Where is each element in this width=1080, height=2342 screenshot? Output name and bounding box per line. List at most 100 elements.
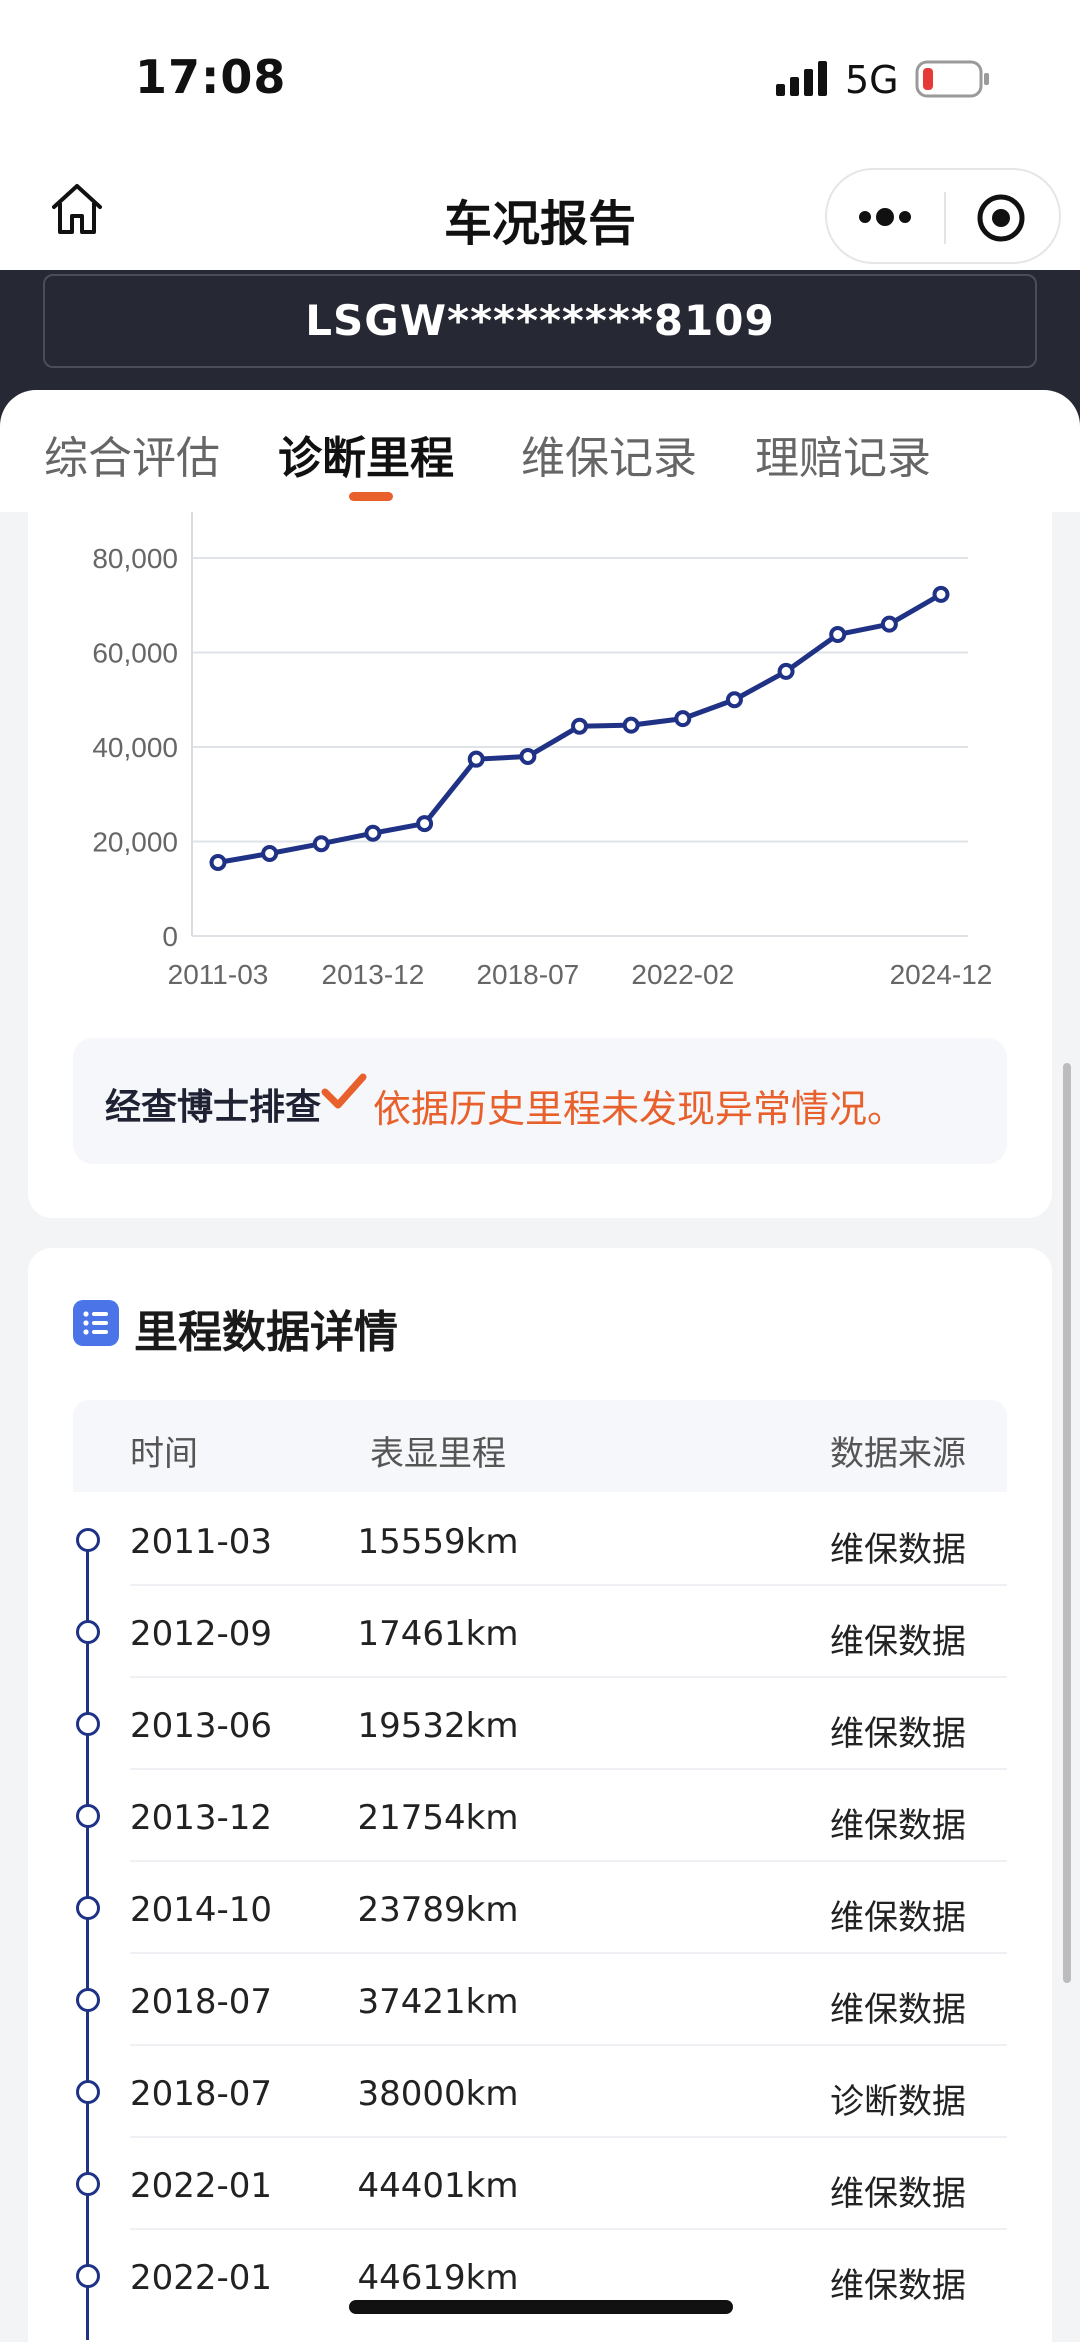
row-source: 维保数据 <box>830 1898 966 1938</box>
timeline-dot <box>76 1620 100 1644</box>
row-source: 维保数据 <box>830 2174 966 2214</box>
timeline-dot <box>76 1804 100 1828</box>
row-mileage: 15559km <box>357 1522 519 1562</box>
timeline-dot <box>76 2172 100 2196</box>
table-row: 2018-07 37421km 维保数据 <box>28 1954 1052 2046</box>
tab-maintenance-records[interactable]: 维保记录 <box>521 422 697 486</box>
row-source: 维保数据 <box>830 1806 966 1846</box>
row-source: 维保数据 <box>830 1990 966 2030</box>
table-row: 2012-09 17461km 维保数据 <box>28 1586 1052 1678</box>
row-time: 2014-10 <box>130 1890 273 1930</box>
detail-title: 里程数据详情 <box>134 1307 398 1358</box>
clock: 17:08 <box>135 50 287 104</box>
header-time: 时间 <box>130 1434 198 1474</box>
row-time: 2022-01 <box>130 2166 273 2206</box>
header-mileage: 表显里程 <box>370 1434 506 1474</box>
row-mileage: 23789km <box>357 1890 519 1930</box>
close-target-icon[interactable] <box>975 192 1027 244</box>
row-source: 维保数据 <box>830 1714 966 1754</box>
timeline-dot <box>76 2080 100 2104</box>
row-source: 维保数据 <box>830 2266 966 2306</box>
table-header: 时间 表显里程 数据来源 <box>73 1400 1007 1492</box>
y-tick-label: 0 <box>162 921 178 952</box>
data-point <box>622 716 640 734</box>
data-point <box>416 815 434 833</box>
row-mileage: 44619km <box>357 2258 519 2298</box>
table-row: 2013-12 21754km 维保数据 <box>28 1770 1052 1862</box>
signal-icon <box>776 61 827 96</box>
data-point <box>519 747 537 765</box>
row-mileage: 37421km <box>357 1982 519 2022</box>
data-point <box>571 717 588 735</box>
table-row: 2011-03 15559km 维保数据 <box>28 1494 1052 1586</box>
table-row: 2018-07 38000km 诊断数据 <box>28 2046 1052 2138</box>
data-point <box>209 853 227 871</box>
timeline-dot <box>76 1896 100 1920</box>
data-point <box>467 750 485 768</box>
nav-bar: 车况报告 <box>0 160 1080 270</box>
analysis-note: 经查博士排查 依据历史里程未发现异常情况。 <box>73 1038 1007 1164</box>
x-tick-label: 2024-12 <box>890 959 993 990</box>
row-source: 维保数据 <box>830 1622 966 1662</box>
tab-claim-records[interactable]: 理赔记录 <box>755 422 931 486</box>
mileage-chart-card: 0 20,000 40,000 60,000 80,000 2011-03 2013-12 2… <box>28 512 1052 1218</box>
row-source: 诊断数据 <box>830 2082 966 2122</box>
note-text: 依据历史里程未发现异常情况。 <box>373 1087 906 1131</box>
row-time: 2011-03 <box>130 1522 273 1562</box>
timeline-dot <box>76 1712 100 1736</box>
active-tab-indicator <box>349 492 393 501</box>
tab-diagnostic-mileage[interactable]: 诊断里程 <box>278 422 454 486</box>
y-tick-label: 60,000 <box>92 638 178 669</box>
row-time: 2018-07 <box>130 1982 273 2022</box>
row-mileage: 19532km <box>357 1706 519 1746</box>
table-row: 2013-06 19532km 维保数据 <box>28 1678 1052 1770</box>
row-mileage: 21754km <box>357 1798 519 1838</box>
x-tick-label: 2011-03 <box>168 959 269 990</box>
capsule-divider <box>944 192 946 244</box>
table-row: 2022-01 44401km 维保数据 <box>28 2138 1052 2230</box>
mileage-line-chart: 0 20,000 40,000 60,000 80,000 2011-03 2013-12 2… <box>92 512 993 990</box>
battery-icon <box>915 60 989 98</box>
timeline-dot <box>76 1988 100 2012</box>
tab-bar: 综合评估 诊断里程 维保记录 理赔记录 <box>0 390 1080 512</box>
list-icon <box>73 1300 119 1346</box>
data-point <box>932 585 950 603</box>
row-time: 2013-06 <box>130 1706 273 1746</box>
timeline-dot <box>76 1528 100 1552</box>
data-point <box>725 691 743 709</box>
row-time: 2022-01 <box>130 2258 273 2298</box>
row-time: 2018-07 <box>130 2074 273 2114</box>
header-source: 数据来源 <box>830 1434 966 1474</box>
table-row: 2014-10 23789km 维保数据 <box>28 1862 1052 1954</box>
scrollbar[interactable] <box>1063 1063 1071 1983</box>
x-tick-label: 2018-07 <box>476 959 579 990</box>
check-icon <box>321 1073 367 1109</box>
timeline-dot <box>76 2264 100 2288</box>
data-point <box>364 824 382 842</box>
more-icon[interactable] <box>857 202 913 232</box>
status-bar: 17:08 5G <box>0 0 1080 160</box>
mileage-detail-card: 里程数据详情 时间 表显里程 数据来源 2011-03 15559km 维保数据… <box>28 1248 1052 2342</box>
data-point <box>674 710 692 728</box>
data-point <box>880 615 898 633</box>
mini-program-capsule <box>825 168 1061 264</box>
row-time: 2012-09 <box>130 1614 273 1654</box>
y-tick-label: 40,000 <box>92 732 178 763</box>
home-indicator[interactable] <box>349 2300 733 2314</box>
data-point <box>261 844 279 862</box>
data-point <box>777 662 795 680</box>
row-mileage: 17461km <box>357 1614 519 1654</box>
x-tick-label: 2013-12 <box>322 959 425 990</box>
note-brand-label: 经查博士排查 <box>105 1087 322 1128</box>
tab-overall-assessment[interactable]: 综合评估 <box>44 422 220 486</box>
y-tick-label: 20,000 <box>92 827 178 858</box>
data-point <box>829 626 847 644</box>
y-tick-label: 80,000 <box>92 543 178 574</box>
row-time: 2013-12 <box>130 1798 273 1838</box>
row-mileage: 44401km <box>357 2166 519 2206</box>
row-mileage: 38000km <box>357 2074 519 2114</box>
network-label: 5G <box>845 58 899 102</box>
vin-box: LSGW*********8109 <box>43 274 1037 368</box>
data-point <box>312 835 330 853</box>
x-tick-label: 2022-02 <box>631 959 734 990</box>
